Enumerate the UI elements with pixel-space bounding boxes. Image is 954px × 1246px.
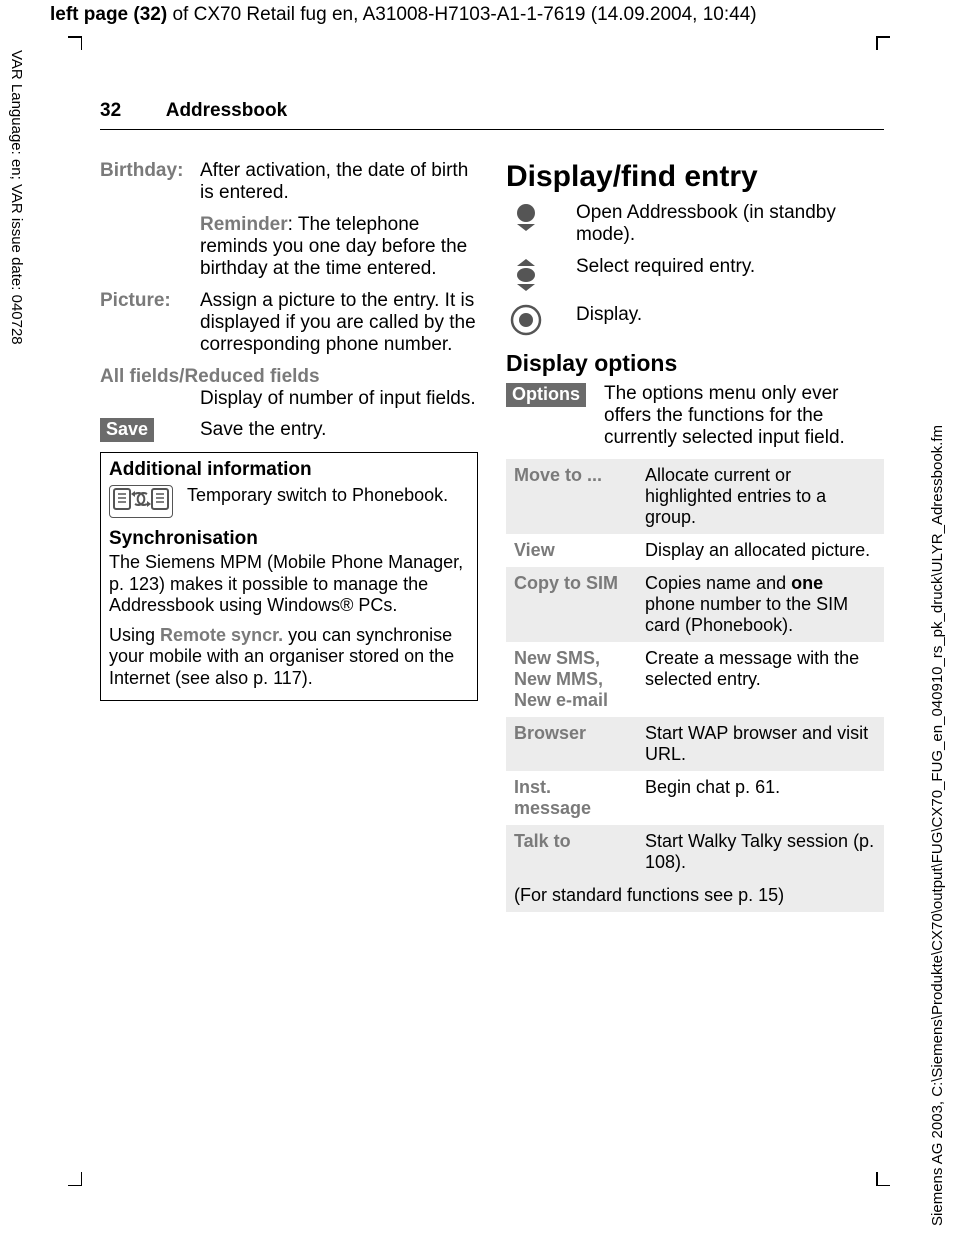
opt-browser-desc: Start WAP browser and visit URL. [637, 717, 884, 771]
right-column: Display/find entry Open Addressbook (in … [506, 160, 884, 912]
display-text: Display. [576, 304, 642, 326]
phonebook-switch-text: Temporary switch to Phonebook. [187, 485, 448, 507]
print-header: left page (32) of CX70 Retail fug en, A3… [50, 4, 757, 26]
allfields-text: Display of number of input fields. [200, 388, 478, 410]
sync-p2a: Using [109, 625, 160, 645]
table-row: Copy to SIM Copies name and one phone nu… [506, 567, 884, 642]
print-header-bold: left page (32) [50, 4, 167, 25]
opt-newmsg-label: New SMS, New MMS, New e-mail [506, 642, 637, 717]
table-row: View Display an allocated picture. [506, 534, 884, 567]
crop-mark [876, 36, 894, 54]
save-text: Save the entry. [200, 419, 326, 441]
opt-view-label: View [506, 534, 637, 567]
opt-newmsg-desc: Create a message with the selected entry… [637, 642, 884, 717]
sync-title: Synchronisation [109, 528, 469, 550]
table-row: New SMS, New MMS, New e-mail Create a me… [506, 642, 884, 717]
opt-moveto-desc: Allocate current or highlighted entries … [637, 459, 884, 534]
options-softkey: Options [506, 383, 586, 407]
options-intro-text: The options menu only ever offers the fu… [604, 383, 884, 449]
nav-center-icon [506, 304, 546, 336]
reminder-label: Reminder [200, 214, 288, 235]
table-row: Move to ... Allocate current or highligh… [506, 459, 884, 534]
allfields-label: All fields/Reduced fields [100, 366, 478, 388]
section-title: Addressbook [166, 100, 287, 121]
display-options-heading: Display options [506, 350, 884, 377]
phonebook-switch-icon [109, 485, 173, 518]
left-margin-text: VAR Language: en; VAR issue date: 040728 [8, 50, 25, 345]
page-number: 32 [100, 100, 121, 121]
running-header: 32 Addressbook [100, 100, 884, 126]
opt-view-desc: Display an allocated picture. [637, 534, 884, 567]
opt-instmsg-desc: Begin chat p. 61. [637, 771, 884, 825]
picture-text: Assign a picture to the entry. It is dis… [200, 290, 478, 356]
picture-label: Picture: [100, 290, 200, 312]
crop-mark [876, 1168, 894, 1186]
opt-instmsg-label: Inst. message [506, 771, 637, 825]
birthday-text: After activation, the date of birth is e… [200, 160, 478, 204]
opt-talkto-label: Talk to [506, 825, 637, 879]
crop-mark [64, 1168, 82, 1186]
open-addressbook-text: Open Addressbook (in standby mode). [576, 202, 884, 246]
nav-down-icon [506, 202, 546, 232]
print-header-rest: of CX70 Retail fug en, A31008-H7103-A1-1… [167, 4, 756, 25]
right-margin-text: Siemens AG 2003, C:\Siemens\Produkte\CX7… [929, 425, 946, 1226]
birthday-label: Birthday: [100, 160, 200, 182]
select-entry-text: Select required entry. [576, 256, 755, 278]
crop-mark [64, 36, 82, 54]
table-row: Inst. message Begin chat p. 61. [506, 771, 884, 825]
info-box: Additional information [100, 452, 478, 701]
table-row: Browser Start WAP browser and visit URL. [506, 717, 884, 771]
nav-updown-icon [506, 256, 546, 294]
options-table: Move to ... Allocate current or highligh… [506, 459, 884, 879]
opt-copysim-desc: Copies name and one phone number to the … [637, 567, 884, 642]
display-find-heading: Display/find entry [506, 160, 884, 194]
sync-p1: The Siemens MPM (Mobile Phone Manager, p… [109, 552, 469, 617]
left-column: Birthday: After activation, the date of … [100, 160, 478, 912]
info-box-title: Additional information [109, 459, 469, 481]
table-row: Talk to Start Walky Talky session (p. 10… [506, 825, 884, 879]
opt-copysim-label: Copy to SIM [506, 567, 637, 642]
opt-talkto-desc: Start Walky Talky session (p. 108). [637, 825, 884, 879]
save-softkey: Save [100, 418, 154, 442]
opt-moveto-label: Move to ... [506, 459, 637, 534]
remote-syncr-label: Remote syncr. [160, 625, 283, 645]
options-footnote: (For standard functions see p. 15) [506, 879, 884, 912]
opt-browser-label: Browser [506, 717, 637, 771]
